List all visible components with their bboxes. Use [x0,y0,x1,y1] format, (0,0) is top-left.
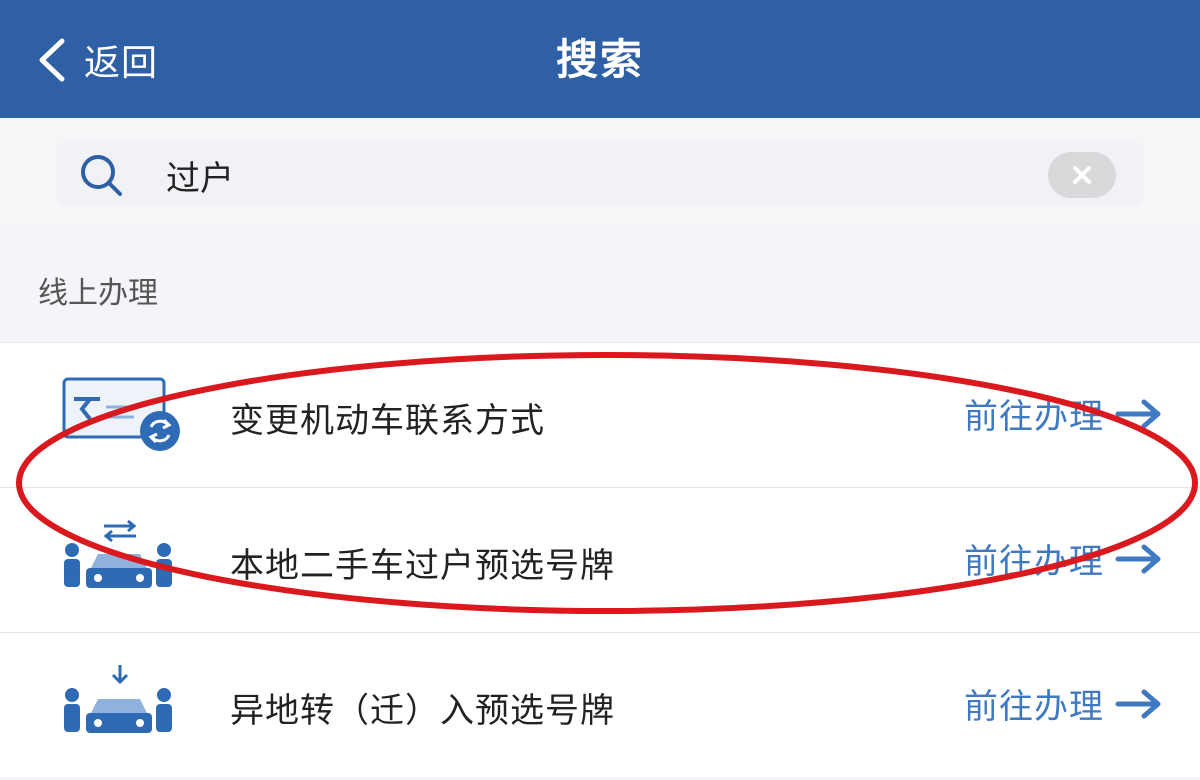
search-area [0,118,1200,230]
result-list: 变更机动车联系方式 前往办理 本地二手车过户预选号牌 前往办理 异地转（迁）入预… [0,342,1200,777]
action-label: 前往办理 [964,542,1104,582]
item-label: 异地转（迁）入预选号牌 [230,691,615,731]
item-label: 变更机动车联系方式 [230,401,545,441]
close-icon [1073,166,1091,184]
item-label: 本地二手车过户预选号牌 [230,546,615,586]
car-import-icon [64,665,172,733]
page-title: 搜索 [555,35,644,84]
go-handle-button[interactable]: 前往办理 [964,389,1164,438]
search-input[interactable] [164,150,1028,200]
go-handle-button[interactable]: 前往办理 [964,679,1164,728]
search-icon [81,155,122,196]
list-item[interactable]: 变更机动车联系方式 前往办理 [0,342,1200,487]
top-bar: 返回 搜索 [0,0,1200,118]
card-refresh-icon [62,377,180,451]
list-item[interactable]: 异地转（迁）入预选号牌 前往办理 [0,632,1200,777]
list-item[interactable]: 本地二手车过户预选号牌 前往办理 [0,487,1200,632]
go-handle-button[interactable]: 前往办理 [964,534,1164,583]
arrow-right-icon [1115,544,1161,573]
section-heading: 线上办理 [38,276,158,311]
car-transfer-icon [64,520,172,588]
arrow-right-icon [1115,689,1161,718]
search-bar[interactable] [56,142,1144,206]
clear-search-button[interactable] [1048,152,1116,198]
action-label: 前往办理 [964,687,1104,727]
arrow-right-icon [1115,399,1161,428]
action-label: 前往办理 [964,397,1104,437]
